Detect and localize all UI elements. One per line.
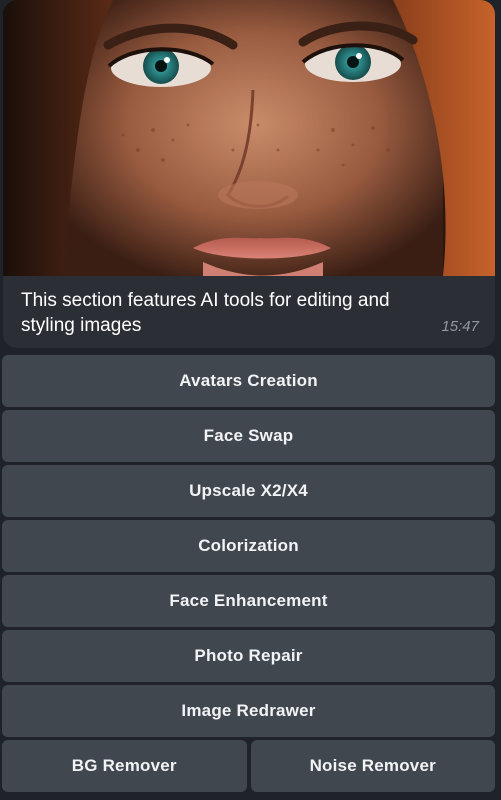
face-enhancement-button[interactable]: Face Enhancement — [2, 575, 495, 627]
keyboard-row: Face Enhancement — [2, 575, 495, 627]
keyboard-row: Image Redrawer — [2, 685, 495, 737]
face-swap-button[interactable]: Face Swap — [2, 410, 495, 462]
keyboard-row: Colorization — [2, 520, 495, 572]
colorization-button[interactable]: Colorization — [2, 520, 495, 572]
noise-remover-button[interactable]: Noise Remover — [250, 740, 495, 792]
message-photo[interactable] — [3, 0, 495, 276]
avatars-creation-button[interactable]: Avatars Creation — [2, 355, 495, 407]
portrait-image — [3, 0, 495, 276]
message-caption: This section features AI tools for editi… — [21, 290, 390, 336]
keyboard-row: Upscale X2/X4 — [2, 465, 495, 517]
photo-repair-button[interactable]: Photo Repair — [2, 630, 495, 682]
chat-screen: This section features AI tools for editi… — [0, 0, 501, 800]
inline-keyboard: Avatars Creation Face Swap Upscale X2/X4… — [2, 355, 495, 795]
bg-remover-button[interactable]: BG Remover — [2, 740, 247, 792]
message-bubble: This section features AI tools for editi… — [3, 0, 495, 348]
image-redrawer-button[interactable]: Image Redrawer — [2, 685, 495, 737]
message-timestamp: 15:47 — [441, 318, 479, 335]
upscale-button[interactable]: Upscale X2/X4 — [2, 465, 495, 517]
keyboard-row: Face Swap — [2, 410, 495, 462]
keyboard-row: BG Remover Noise Remover — [2, 740, 495, 792]
keyboard-row: Avatars Creation — [2, 355, 495, 407]
keyboard-row: Photo Repair — [2, 630, 495, 682]
